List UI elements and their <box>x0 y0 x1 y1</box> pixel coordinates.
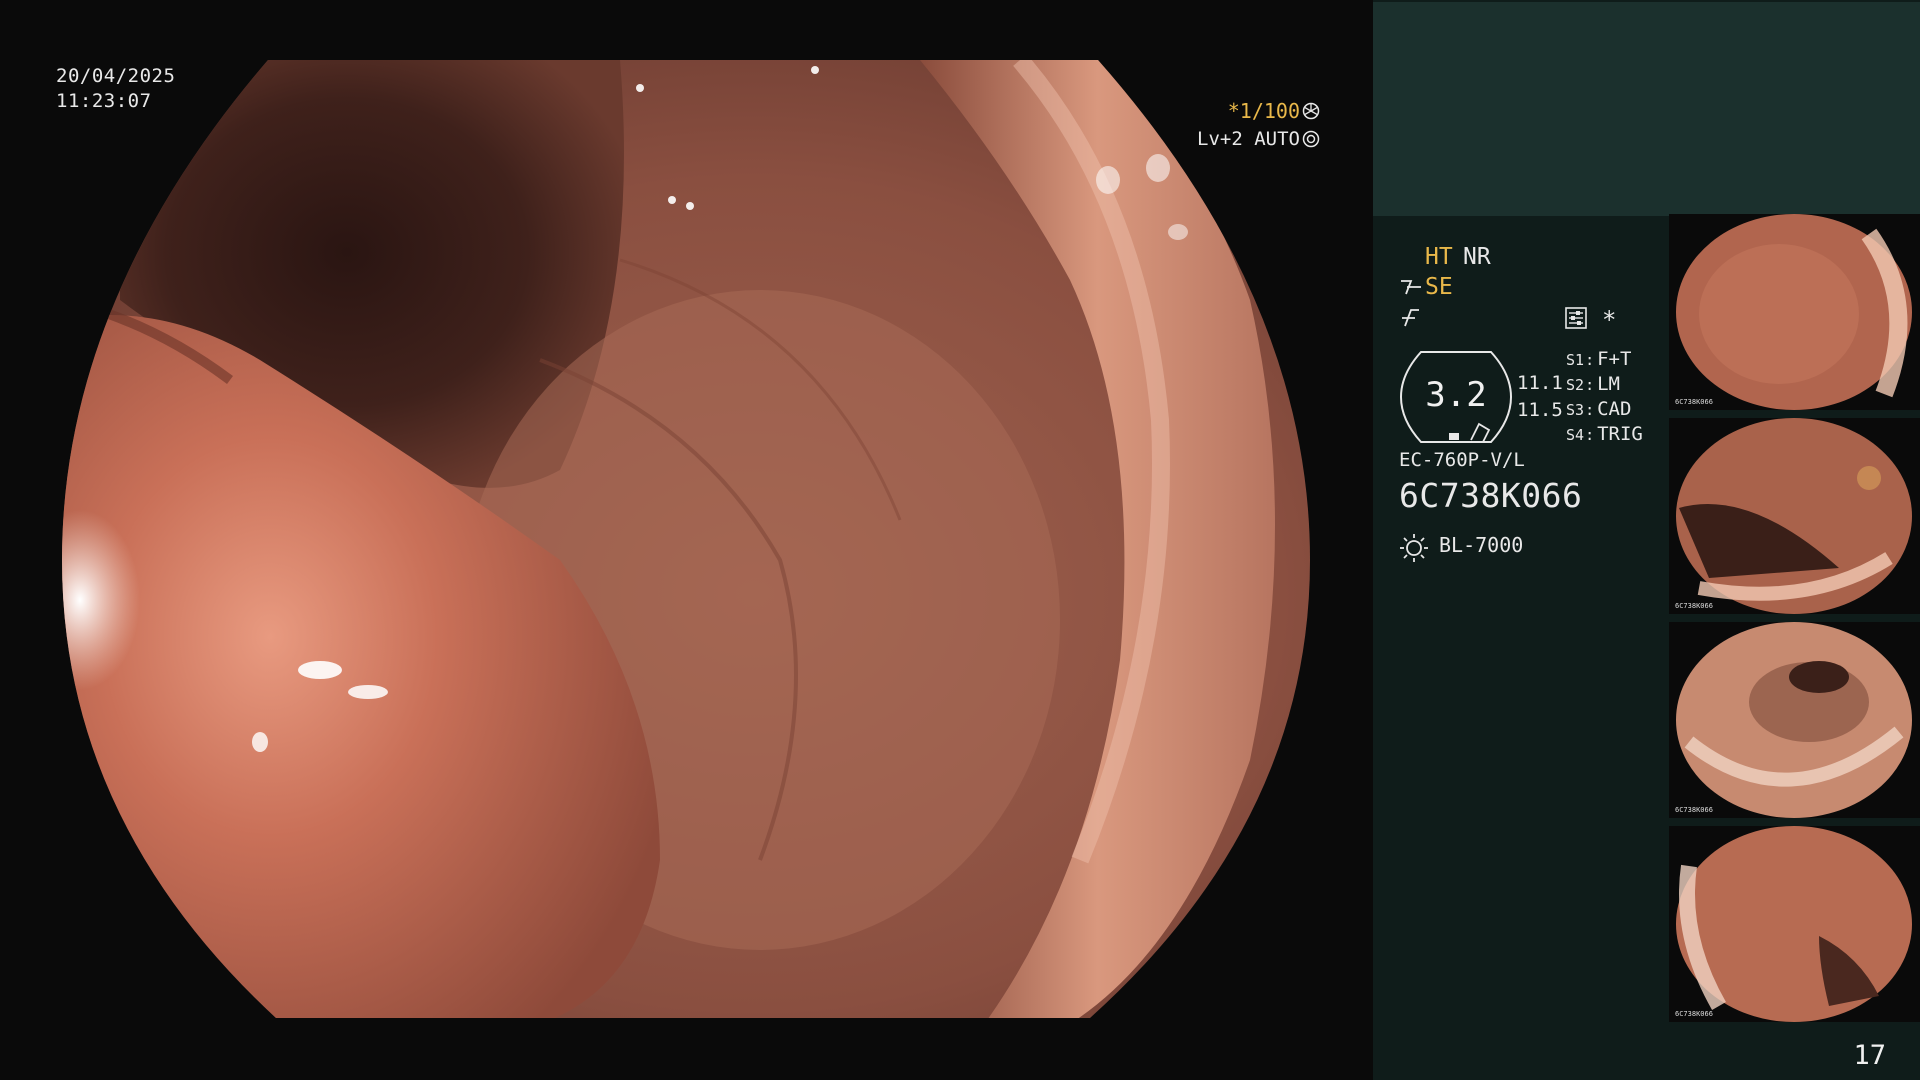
scope-serial: 6C738K066 <box>1399 476 1583 515</box>
shutter-icon <box>1302 102 1320 120</box>
asterisk-marker: * <box>1602 306 1617 334</box>
switch-2-value: LM <box>1597 373 1620 395</box>
endoscope-live-view: 20/04/2025 11:23:07 *1/100 Lv+2 AUTO <box>0 0 1372 1080</box>
image-counter: 17 <box>1853 1040 1886 1071</box>
captured-images-strip: 6C738K066 6C738K066 6C738K066 6C738K066 <box>1669 214 1920 1022</box>
structure-enhance: SE <box>1399 274 1453 300</box>
captured-image-2[interactable]: 6C738K066 <box>1669 418 1920 614</box>
switch-4: S4: TRIG <box>1566 423 1643 445</box>
switch-4-key: S4 <box>1566 426 1585 444</box>
switch-4-value: TRIG <box>1597 423 1643 445</box>
captured-image-4[interactable]: 6C738K066 <box>1669 826 1920 1022</box>
iris-readout: Lv+2 AUTO <box>1197 127 1320 151</box>
color-enhance-icon <box>1399 306 1421 332</box>
time-readout: 11:23:07 <box>56 90 152 112</box>
ht-label: HT <box>1425 244 1453 270</box>
switch-2: S2: LM <box>1566 373 1620 395</box>
scope-model: EC-760P-V/L <box>1399 449 1525 471</box>
thumb-1-label: 6C738K066 <box>1675 398 1713 406</box>
gauge-readout-1: 11.1 <box>1517 372 1563 394</box>
switch-3: S3: CAD <box>1566 398 1632 420</box>
processor-info-panel: HT NR SE * 3.2 11.1 11.5 S1: F+T S2: L… <box>1373 0 1920 1080</box>
endoscope-image <box>62 60 1310 1018</box>
date-readout: 20/04/2025 <box>56 65 176 87</box>
captured-image-3[interactable]: 6C738K066 <box>1669 622 1920 818</box>
captured-image-1[interactable]: 6C738K066 <box>1669 214 1920 410</box>
iris-icon <box>1302 130 1320 148</box>
iris-label: Lv+2 AUTO <box>1197 128 1300 150</box>
shutter-readout: *1/100 <box>1228 99 1320 123</box>
switch-3-value: CAD <box>1597 398 1632 420</box>
gauge-readout-2: 11.5 <box>1517 399 1563 421</box>
switch-1-value: F+T <box>1597 348 1632 370</box>
thumb-3-label: 6C738K066 <box>1675 806 1713 814</box>
structure-enhance-icon <box>1401 280 1421 295</box>
nr-label: NR <box>1463 244 1491 270</box>
shutter-label: *1/100 <box>1227 99 1300 123</box>
switch-1: S1: F+T <box>1566 348 1632 370</box>
se-label: SE <box>1425 274 1453 300</box>
settings-panel-icon <box>1564 306 1588 334</box>
switch-3-key: S3 <box>1566 401 1585 419</box>
light-source-icon <box>1399 533 1429 567</box>
endoscopy-monitor: 20/04/2025 11:23:07 *1/100 Lv+2 AUTO HT … <box>0 0 1920 1080</box>
panel-header-block <box>1373 2 1920 216</box>
switch-2-key: S2 <box>1566 376 1585 394</box>
thumb-2-label: 6C738K066 <box>1675 602 1713 610</box>
switch-1-key: S1 <box>1566 351 1585 369</box>
light-source-label: BL-7000 <box>1439 533 1524 557</box>
zoom-value: 3.2 <box>1425 375 1487 415</box>
thumb-4-label: 6C738K066 <box>1675 1010 1713 1018</box>
